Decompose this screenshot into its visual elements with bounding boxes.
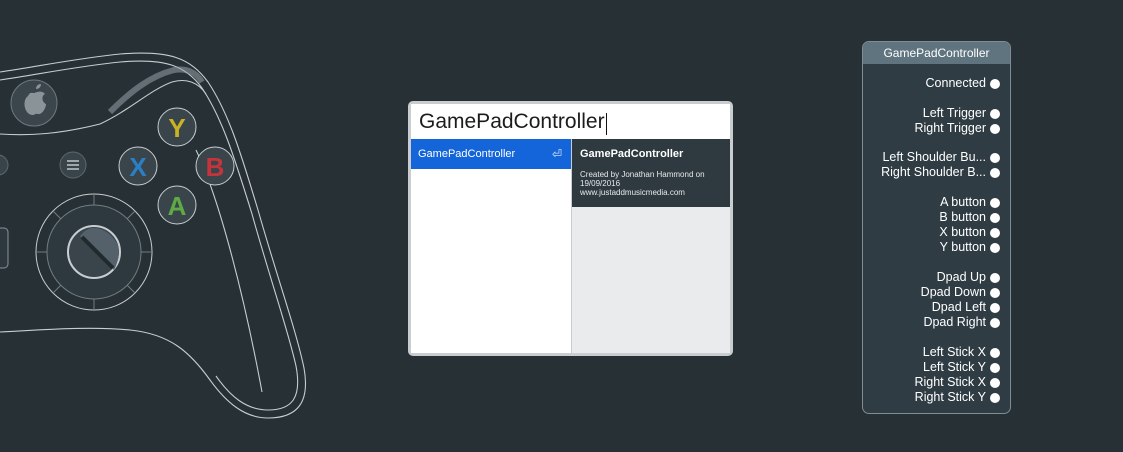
text-caret <box>605 112 607 135</box>
output-label: Left Stick X <box>922 345 986 359</box>
detail-card: GamePadController Created by Jonathan Ha… <box>572 139 730 207</box>
output-port-left-shoulder[interactable]: Left Shoulder Bu... <box>882 150 1000 165</box>
output-label: Right Stick X <box>914 375 986 389</box>
node-title[interactable]: GamePadController <box>863 42 1010 64</box>
output-port-left-stick-x[interactable]: Left Stick X <box>923 345 1000 360</box>
output-socket-icon[interactable] <box>990 287 1000 298</box>
output-socket-icon[interactable] <box>990 242 1000 253</box>
output-port-dpad-up[interactable]: Dpad Up <box>937 270 1000 285</box>
result-details-panel: GamePadController Created by Jonathan Ha… <box>572 139 730 353</box>
output-socket-icon[interactable] <box>990 212 1000 223</box>
output-socket-icon[interactable] <box>990 347 1000 358</box>
output-label: Left Shoulder Bu... <box>882 150 986 164</box>
output-label: Right Shoulder B... <box>881 165 986 179</box>
controller-grip-line <box>195 149 263 393</box>
result-item-gamepadcontroller[interactable]: GamePadController ⏎ <box>411 139 571 169</box>
gamepad-controller-node[interactable]: GamePadController Connected Left Trigger… <box>862 41 1011 414</box>
output-socket-icon[interactable] <box>990 123 1000 134</box>
search-results-list: GamePadController ⏎ <box>411 139 571 353</box>
output-label: Y button <box>939 240 986 254</box>
output-socket-icon[interactable] <box>990 78 1000 89</box>
gamepad-illustration: Y X B A <box>0 52 306 419</box>
output-label: Left Stick Y <box>923 360 986 374</box>
controller-top-curve <box>107 66 205 115</box>
output-label: Dpad Up <box>936 270 986 284</box>
output-label: Dpad Down <box>920 285 986 299</box>
result-item-label: GamePadController <box>418 148 516 160</box>
output-socket-icon[interactable] <box>990 392 1000 403</box>
output-socket-icon[interactable] <box>990 377 1000 388</box>
output-port-x-button[interactable]: X button <box>939 225 1000 240</box>
b-button-label: B <box>206 152 225 182</box>
output-label: Right Stick Y <box>914 390 986 404</box>
output-port-dpad-left[interactable]: Dpad Left <box>932 300 1000 315</box>
output-label: A button <box>940 195 986 209</box>
a-button-label: A <box>168 191 187 221</box>
detail-description-line: Created by Jonathan Hammond on <box>580 170 705 179</box>
output-label: Connected <box>925 76 986 90</box>
detail-description: Created by Jonathan Hammond on 19/09/201… <box>580 170 722 197</box>
output-socket-icon[interactable] <box>990 108 1000 119</box>
detail-description-line: www.justaddmusicmedia.com <box>580 188 685 197</box>
output-port-a-button[interactable]: A button <box>940 195 1000 210</box>
output-socket-icon[interactable] <box>990 317 1000 328</box>
output-label: B button <box>939 210 986 224</box>
detail-description-line: 19/09/2016 <box>580 179 621 188</box>
output-port-left-trigger[interactable]: Left Trigger <box>923 106 1000 121</box>
search-input-value: GamePadController <box>419 110 605 133</box>
output-socket-icon[interactable] <box>990 167 1000 178</box>
output-socket-icon[interactable] <box>990 302 1000 313</box>
output-label: Left Trigger <box>922 106 986 120</box>
output-port-right-trigger[interactable]: Right Trigger <box>914 121 1000 136</box>
output-socket-icon[interactable] <box>990 197 1000 208</box>
output-port-dpad-down[interactable]: Dpad Down <box>921 285 1000 300</box>
output-port-b-button[interactable]: B button <box>939 210 1000 225</box>
output-port-y-button[interactable]: Y button <box>940 240 1000 255</box>
output-port-right-stick-y[interactable]: Right Stick Y <box>915 390 1000 405</box>
output-port-dpad-right[interactable]: Dpad Right <box>923 315 1000 330</box>
output-port-connected[interactable]: Connected <box>926 76 1000 91</box>
node-search-popup: GamePadController GamePadController ⏎ Ga… <box>408 101 733 356</box>
dpad-edge <box>0 227 9 269</box>
x-button-label: X <box>129 152 147 182</box>
output-socket-icon[interactable] <box>990 227 1000 238</box>
search-field[interactable]: GamePadController <box>411 104 730 139</box>
output-port-right-shoulder[interactable]: Right Shoulder B... <box>881 165 1000 180</box>
output-port-left-stick-y[interactable]: Left Stick Y <box>923 360 1000 375</box>
output-label: Dpad Right <box>923 315 986 329</box>
output-label: Right Trigger <box>914 121 986 135</box>
output-port-right-stick-x[interactable]: Right Stick X <box>914 375 1000 390</box>
output-label: X button <box>939 225 986 239</box>
output-socket-icon[interactable] <box>990 152 1000 163</box>
y-button-label: Y <box>168 113 185 143</box>
detail-title: GamePadController <box>580 148 684 160</box>
output-socket-icon[interactable] <box>990 362 1000 373</box>
output-label: Dpad Left <box>931 300 986 314</box>
output-socket-icon[interactable] <box>990 272 1000 283</box>
view-button <box>0 154 9 176</box>
return-key-icon: ⏎ <box>551 147 562 161</box>
